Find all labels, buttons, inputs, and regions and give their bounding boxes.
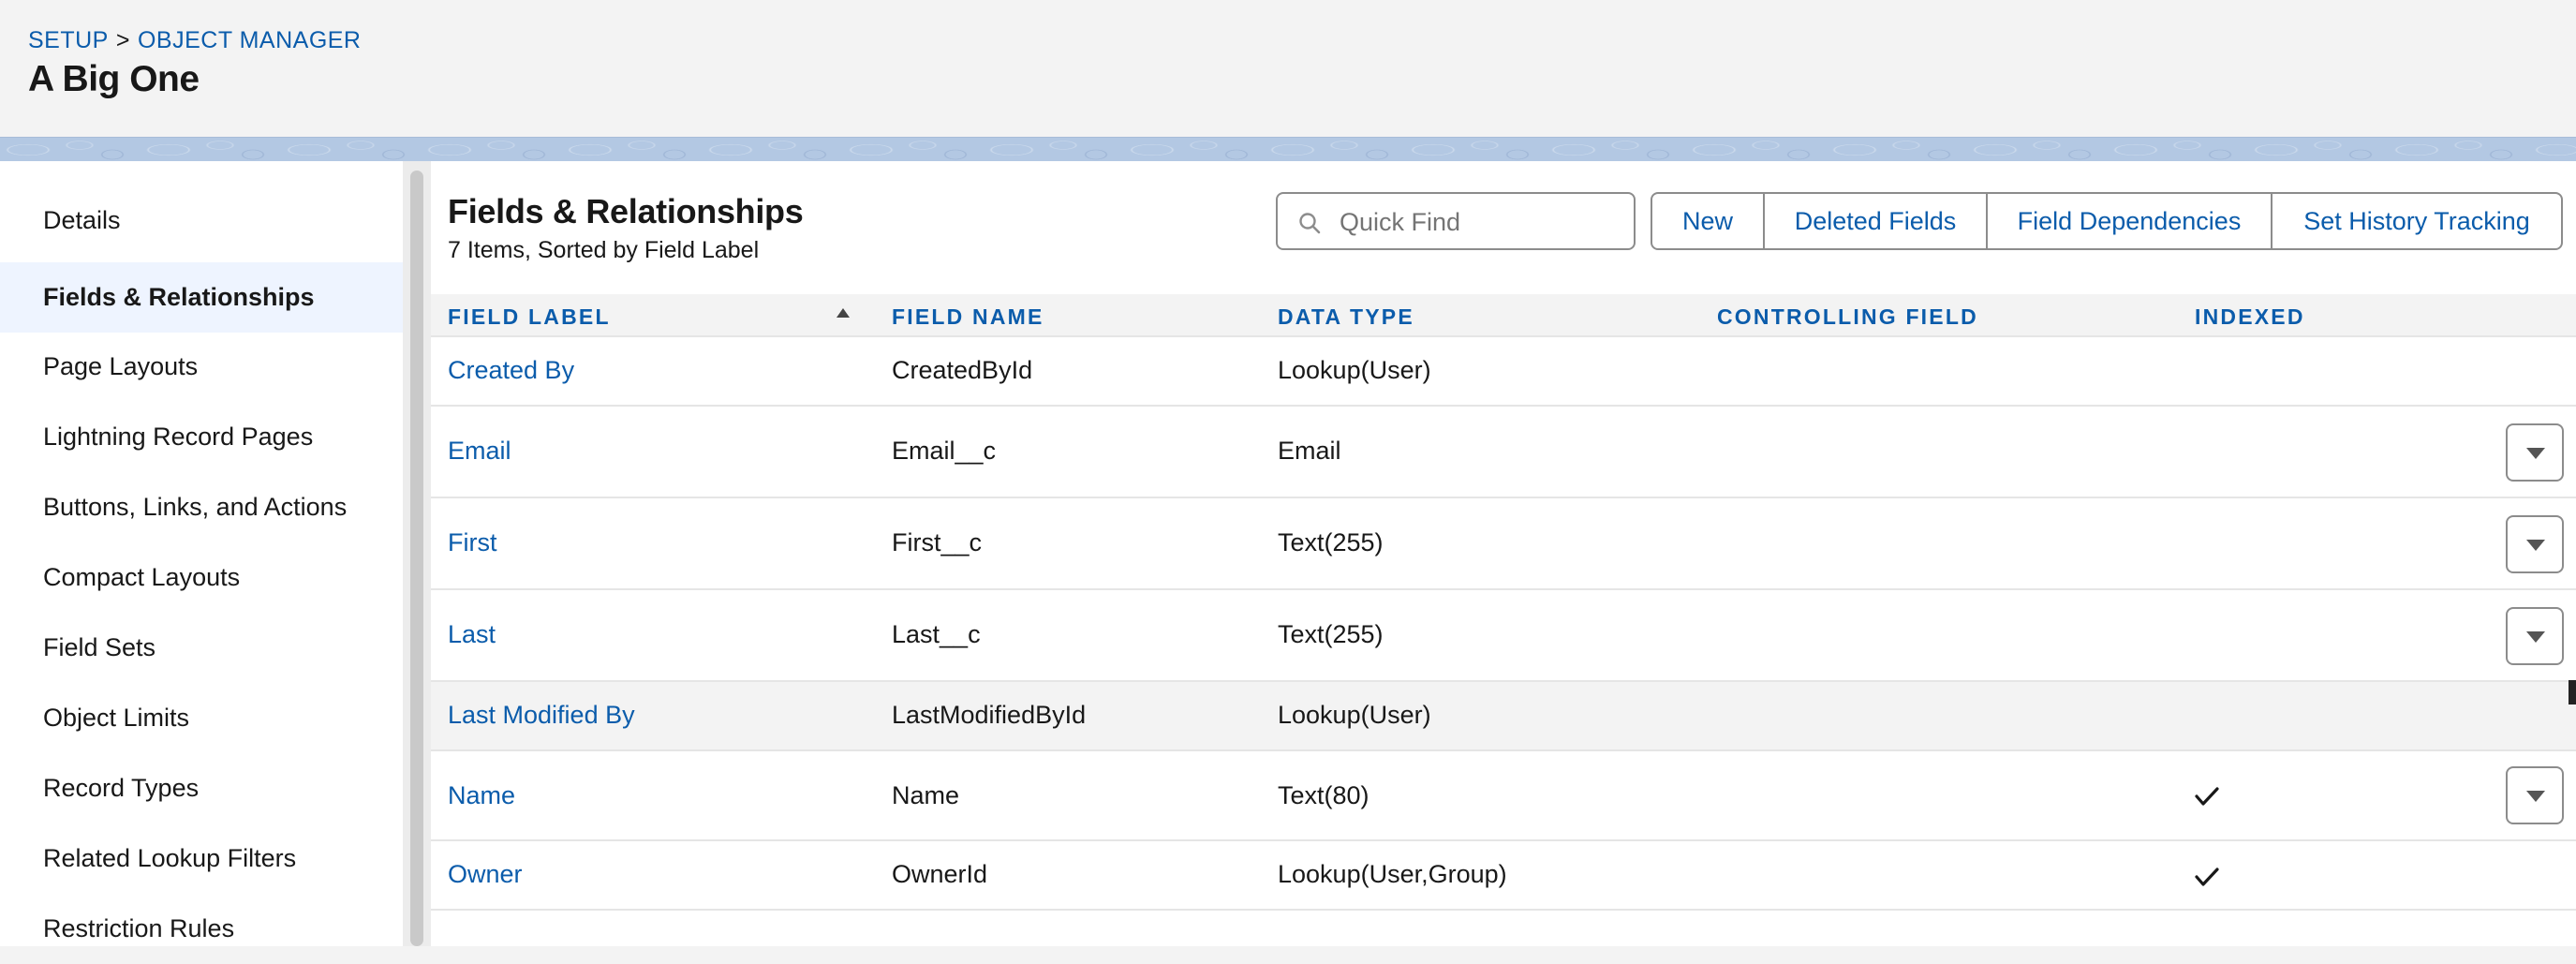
breadcrumb-setup-link[interactable]: SETUP (28, 27, 109, 53)
table-row: Email Email__c Email (431, 407, 2576, 498)
page-header: SETUP > OBJECT MANAGER A Big One (0, 0, 2576, 137)
field-label-link[interactable]: Email (448, 437, 511, 466)
sidebar-item-details[interactable]: Details (0, 185, 403, 256)
field-name: Last__c (892, 620, 981, 648)
decorative-banner (0, 137, 2576, 162)
field-name: OwnerId (892, 860, 988, 888)
mouse-cursor (2569, 680, 2576, 704)
page-title: A Big One (28, 59, 200, 99)
table-row: Last Modified By LastModifiedById Lookup… (431, 682, 2576, 751)
table-header: FIELD LABEL FIELD NAME DATA TYPE CONTROL… (431, 294, 2576, 337)
table-row: Last Last__c Text(255) (431, 590, 2576, 682)
chevron-down-icon (2526, 791, 2545, 802)
column-header-field-name[interactable]: FIELD NAME (892, 304, 1044, 330)
field-name: Name (892, 781, 960, 809)
table-row: Owner OwnerId Lookup(User,Group) (431, 841, 2576, 911)
field-label-link[interactable]: Name (448, 781, 515, 810)
row-actions-button[interactable] (2506, 423, 2564, 482)
row-actions-button[interactable] (2506, 607, 2564, 665)
data-type: Text(255) (1278, 528, 1384, 556)
data-type: Text(255) (1278, 620, 1384, 648)
checkmark-icon (2195, 868, 2219, 886)
sidebar-item-compact-layouts[interactable]: Compact Layouts (0, 542, 403, 613)
field-name: CreatedById (892, 356, 1033, 384)
quick-find-search[interactable] (1276, 192, 1636, 250)
sidebar-item-object-limits[interactable]: Object Limits (0, 683, 403, 753)
data-type: Lookup(User) (1278, 356, 1431, 384)
sidebar-item-lightning-record-pages[interactable]: Lightning Record Pages (0, 402, 403, 472)
table-row: First First__c Text(255) (431, 498, 2576, 590)
sidebar-scrollbar-thumb[interactable] (410, 171, 423, 946)
new-field-button[interactable]: New (1651, 192, 1765, 250)
field-label-link[interactable]: Last (448, 620, 496, 649)
breadcrumb-separator: > (115, 27, 130, 53)
sidebar-item-buttons-links-actions[interactable]: Buttons, Links, and Actions (0, 472, 403, 542)
section-subtitle: 7 Items, Sorted by Field Label (448, 237, 760, 263)
column-header-data-type[interactable]: DATA TYPE (1278, 304, 1414, 330)
row-actions-button[interactable] (2506, 515, 2564, 573)
field-label-link[interactable]: Created By (448, 356, 574, 385)
breadcrumb-object-manager-link[interactable]: OBJECT MANAGER (138, 27, 362, 53)
column-header-field-label[interactable]: FIELD LABEL (448, 304, 611, 330)
data-type: Lookup(User) (1278, 701, 1431, 729)
chevron-down-icon (2526, 540, 2545, 551)
chevron-down-icon (2526, 631, 2545, 643)
chevron-down-icon (2526, 448, 2545, 459)
sidebar: Details Fields & Relationships Page Layo… (0, 161, 403, 946)
sidebar-item-related-lookup-filters[interactable]: Related Lookup Filters (0, 823, 403, 894)
checkmark-icon (2195, 787, 2219, 806)
sidebar-item-fields-relationships[interactable]: Fields & Relationships (0, 262, 403, 333)
row-actions-button[interactable] (2506, 766, 2564, 824)
column-header-controlling-field[interactable]: CONTROLLING FIELD (1717, 304, 1978, 330)
set-history-tracking-button[interactable]: Set History Tracking (2271, 192, 2563, 250)
section-title: Fields & Relationships (448, 192, 804, 230)
data-type: Email (1278, 437, 1341, 465)
field-name: First__c (892, 528, 983, 556)
sort-ascending-icon[interactable] (836, 308, 850, 318)
sidebar-item-field-sets[interactable]: Field Sets (0, 613, 403, 683)
breadcrumb: SETUP > OBJECT MANAGER (28, 27, 362, 54)
deleted-fields-button[interactable]: Deleted Fields (1763, 192, 1988, 250)
field-name: Email__c (892, 437, 997, 465)
field-name: LastModifiedById (892, 701, 1087, 729)
field-label-link[interactable]: Owner (448, 860, 523, 889)
data-type: Text(80) (1278, 781, 1369, 809)
sidebar-item-record-types[interactable]: Record Types (0, 753, 403, 823)
quick-find-input[interactable] (1338, 201, 1622, 243)
search-icon (1299, 213, 1321, 234)
field-label-link[interactable]: First (448, 528, 496, 557)
table-row: Created By CreatedById Lookup(User) (431, 337, 2576, 407)
table-row: Name Name Text(80) (431, 751, 2576, 841)
toolbar-button-group: New Deleted Fields Field Dependencies Se… (1651, 192, 2563, 250)
column-header-indexed[interactable]: INDEXED (2195, 304, 2305, 330)
sidebar-item-restriction-rules[interactable]: Restriction Rules (0, 894, 403, 964)
sidebar-item-page-layouts[interactable]: Page Layouts (0, 332, 403, 402)
data-type: Lookup(User,Group) (1278, 860, 1507, 888)
field-dependencies-button[interactable]: Field Dependencies (1986, 192, 2273, 250)
field-label-link[interactable]: Last Modified By (448, 701, 635, 730)
